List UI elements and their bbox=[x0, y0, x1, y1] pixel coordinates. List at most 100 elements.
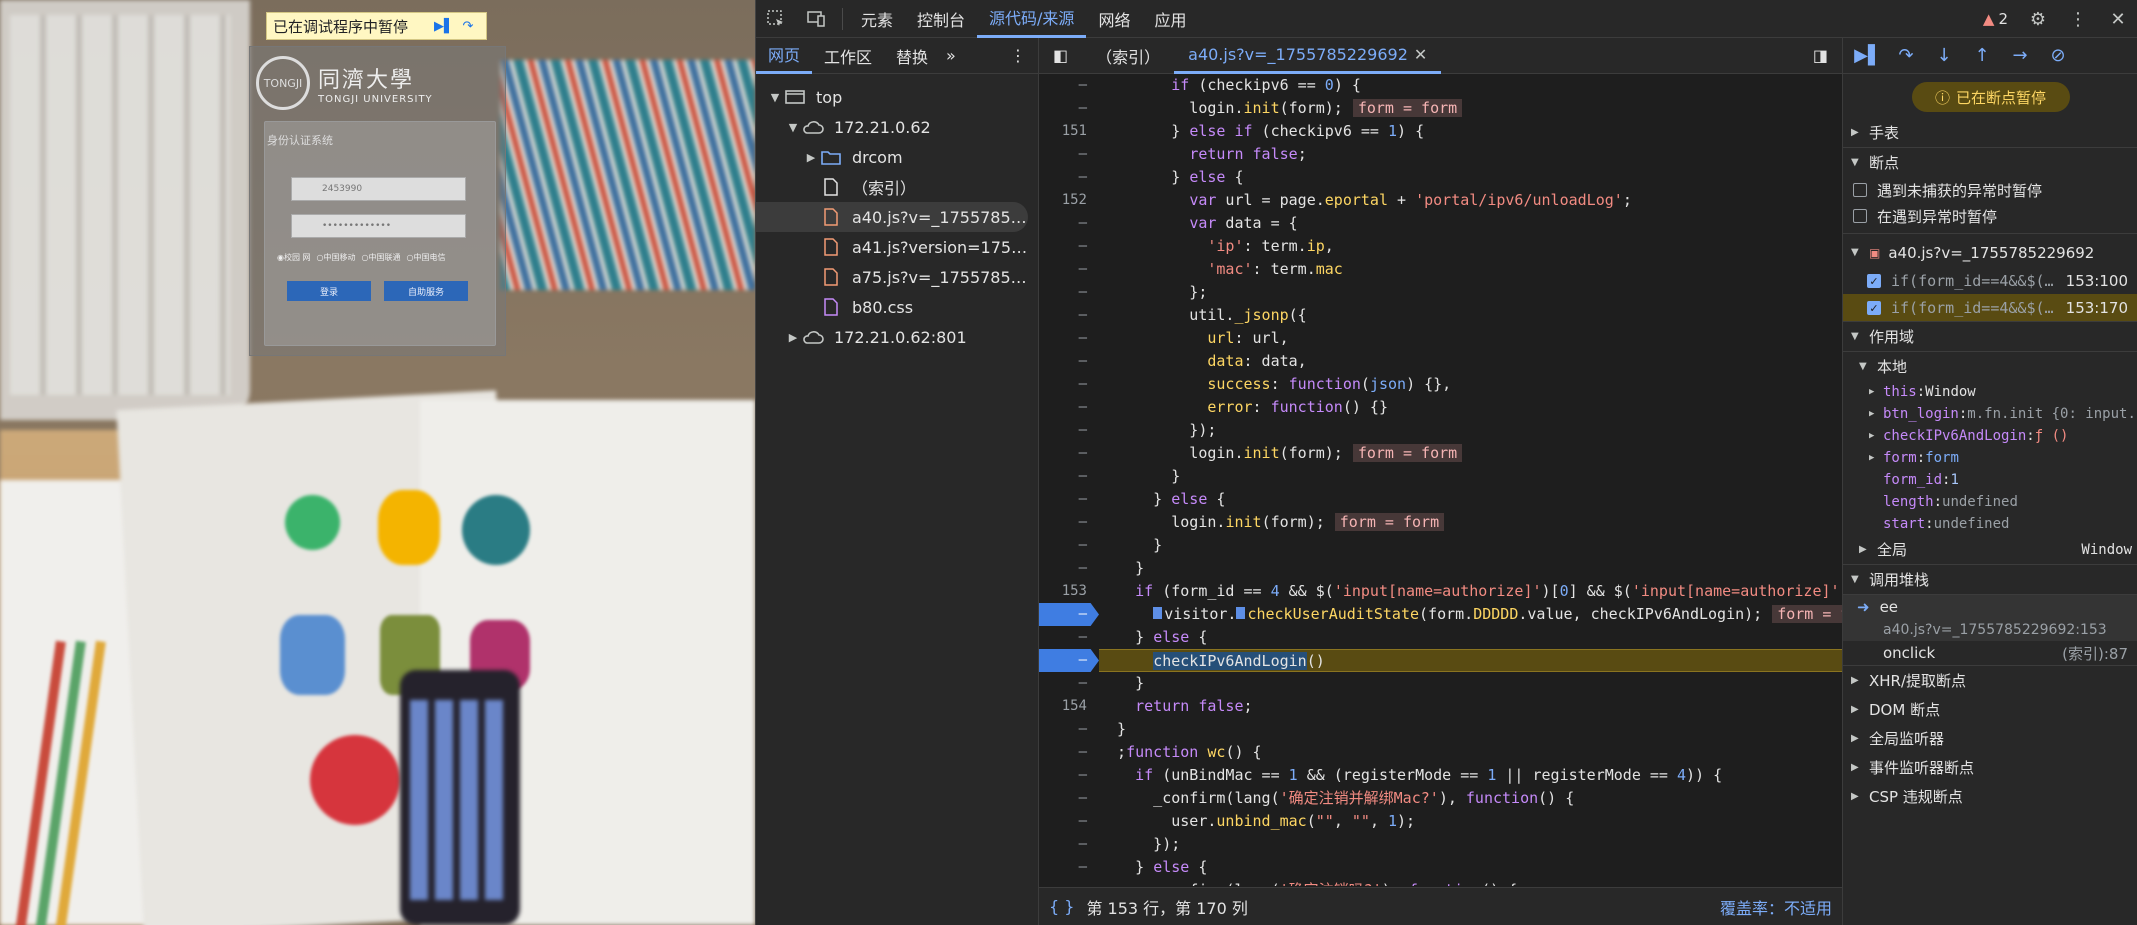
line-number[interactable]: – bbox=[1039, 511, 1099, 534]
line-number[interactable]: – bbox=[1039, 626, 1099, 649]
scope-variable[interactable]: length: undefined bbox=[1843, 491, 2137, 513]
line-number[interactable]: 151 bbox=[1039, 120, 1099, 143]
pause-caught-checkbox[interactable]: 在遇到异常时暂停 bbox=[1843, 203, 2137, 229]
radio-campus[interactable]: ◉校园 网 bbox=[277, 252, 311, 263]
warning-counter[interactable]: ▲ 2 bbox=[1973, 10, 2018, 28]
line-number[interactable]: – bbox=[1039, 488, 1099, 511]
deactivate-breakpoints-icon[interactable]: ⊘ bbox=[2039, 38, 2077, 74]
global-scope[interactable]: ▶ 全局 Window bbox=[1843, 535, 2137, 564]
call-frame-onclick[interactable]: onclick (索引):87 bbox=[1843, 641, 2137, 665]
inspect-element-icon[interactable] bbox=[756, 0, 796, 38]
scope-variable[interactable]: ▶ form: form bbox=[1843, 447, 2137, 469]
debugger-section[interactable]: ▶ CSP 违规断点 bbox=[1843, 782, 2137, 811]
tree-item[interactable]: ▼ 172.21.0.62 bbox=[756, 112, 1039, 142]
code-line[interactable]: – 'ip': term.ip, bbox=[1039, 235, 1842, 258]
line-number[interactable]: 154 bbox=[1039, 695, 1099, 718]
close-tab-icon[interactable]: ✕ bbox=[1414, 45, 1427, 64]
code-line[interactable]: – checkIPv6AndLogin() bbox=[1039, 649, 1842, 672]
line-number[interactable]: – bbox=[1039, 304, 1099, 327]
resume-icon[interactable]: ▶▌ bbox=[1849, 38, 1887, 74]
nav-tab-workspace[interactable]: 工作区 bbox=[812, 38, 884, 74]
breakpoint-item-active[interactable]: ✓ if(form_id==4&&$(… 153:170 bbox=[1843, 294, 2137, 321]
tree-item[interactable]: a40.js?v=_1755785… bbox=[756, 202, 1028, 232]
nav-tab-overrides[interactable]: 替换 bbox=[884, 38, 940, 74]
step-icon[interactable]: → bbox=[2001, 38, 2039, 74]
tab-sources[interactable]: 源代码/来源 bbox=[977, 0, 1087, 38]
step-over-icon[interactable]: ↷ bbox=[1887, 38, 1925, 74]
collapse-icon[interactable]: ▼ bbox=[784, 121, 802, 134]
settings-gear-icon[interactable]: ⚙ bbox=[2018, 0, 2058, 38]
scope-section[interactable]: ▼ 作用域 bbox=[1843, 322, 2137, 351]
code-line[interactable]: – } bbox=[1039, 557, 1842, 580]
code-line[interactable]: – _confirm(lang('确定注销吗?'), function() { bbox=[1039, 879, 1842, 886]
resume-icon[interactable]: ▶▌ bbox=[432, 16, 456, 36]
code-line[interactable]: – } else { bbox=[1039, 626, 1842, 649]
step-into-icon[interactable]: ↓ bbox=[1925, 38, 1963, 74]
line-number[interactable]: – bbox=[1039, 442, 1099, 465]
code-line[interactable]: – login.init(form); form = form bbox=[1039, 511, 1842, 534]
tree-item[interactable]: ▼ top bbox=[756, 82, 1039, 112]
line-number[interactable]: – bbox=[1039, 235, 1099, 258]
scope-variable[interactable]: form_id: 1 bbox=[1843, 469, 2137, 491]
code-line[interactable]: – data: data, bbox=[1039, 350, 1842, 373]
pretty-print-icon[interactable]: { } bbox=[1049, 897, 1074, 916]
breakpoint-item[interactable]: ✓ if(form_id==4&&$(… 153:100 bbox=[1843, 267, 2137, 294]
line-number[interactable]: – bbox=[1039, 879, 1099, 886]
scope-variable[interactable]: start: undefined bbox=[1843, 513, 2137, 535]
code-line[interactable]: 151 } else if (checkipv6 == 1) { bbox=[1039, 120, 1842, 143]
code-line[interactable]: – } else { bbox=[1039, 488, 1842, 511]
expand-icon[interactable]: ▶ bbox=[784, 331, 802, 344]
line-number[interactable]: – bbox=[1039, 373, 1099, 396]
line-number[interactable]: – bbox=[1039, 810, 1099, 833]
tree-item[interactable]: （索引） bbox=[756, 172, 1039, 202]
line-number[interactable]: – bbox=[1039, 258, 1099, 281]
radio-cmcc[interactable]: ○中国移动 bbox=[317, 252, 356, 263]
watch-section[interactable]: ▶ 手表 bbox=[1843, 118, 2137, 147]
login-button[interactable]: 登录 bbox=[287, 281, 371, 301]
breakpoints-section[interactable]: ▼ 断点 bbox=[1843, 148, 2137, 177]
line-number[interactable]: – bbox=[1039, 787, 1099, 810]
password-field[interactable]: ••••••••••••• bbox=[291, 214, 466, 238]
code-line[interactable]: – }); bbox=[1039, 419, 1842, 442]
code-line[interactable]: – 'mac': term.mac bbox=[1039, 258, 1842, 281]
line-number[interactable]: – bbox=[1039, 534, 1099, 557]
tree-item[interactable]: a41.js?version=175… bbox=[756, 232, 1039, 262]
step-out-icon[interactable]: ↑ bbox=[1963, 38, 2001, 74]
editor-tab-a40[interactable]: a40.js?v=_1755785229692 ✕ bbox=[1174, 38, 1442, 74]
code-line[interactable]: 152 var url = page.eportal + 'portal/ipv… bbox=[1039, 189, 1842, 212]
line-number[interactable]: – bbox=[1039, 396, 1099, 419]
tab-console[interactable]: 控制台 bbox=[905, 0, 977, 38]
line-number[interactable]: 152 bbox=[1039, 189, 1099, 212]
code-line[interactable]: – login.init(form); form = form bbox=[1039, 97, 1842, 120]
code-line[interactable]: – } else { bbox=[1039, 856, 1842, 879]
code-line[interactable]: – url: url, bbox=[1039, 327, 1842, 350]
line-number[interactable]: 153 bbox=[1039, 580, 1099, 603]
collapse-icon[interactable]: ▼ bbox=[766, 91, 784, 104]
code-line[interactable]: – } bbox=[1039, 718, 1842, 741]
code-line[interactable]: – return false; bbox=[1039, 143, 1842, 166]
scope-variable[interactable]: ▶ checkIPv6AndLogin: ƒ () bbox=[1843, 425, 2137, 447]
toggle-navigator-icon[interactable]: ◧ bbox=[1039, 38, 1082, 74]
code-line[interactable]: – _confirm(lang('确定注销并解绑Mac?'), function… bbox=[1039, 787, 1842, 810]
pause-uncaught-checkbox[interactable]: 遇到未捕获的异常时暂停 bbox=[1843, 177, 2137, 203]
debugger-section[interactable]: ▶ DOM 断点 bbox=[1843, 695, 2137, 724]
tree-item[interactable]: ▶ drcom bbox=[756, 142, 1039, 172]
line-number[interactable]: – bbox=[1039, 833, 1099, 856]
line-number[interactable]: – bbox=[1039, 465, 1099, 488]
code-line[interactable]: – visitor. checkUserAuditState(form.DDDDD… bbox=[1039, 603, 1842, 626]
code-line[interactable]: – user.unbind_mac("", "", 1); bbox=[1039, 810, 1842, 833]
code-line[interactable]: – } bbox=[1039, 465, 1842, 488]
breakpoint-marker[interactable]: – bbox=[1039, 603, 1099, 626]
toggle-debugger-icon[interactable]: ◨ bbox=[1799, 38, 1842, 74]
step-over-icon[interactable]: ↷ bbox=[456, 16, 480, 36]
code-line[interactable]: – }; bbox=[1039, 281, 1842, 304]
line-number[interactable]: – bbox=[1039, 166, 1099, 189]
line-number[interactable]: – bbox=[1039, 419, 1099, 442]
breakpoint-marker[interactable]: – bbox=[1039, 649, 1099, 672]
code-line[interactable]: – success: function(json) {}, bbox=[1039, 373, 1842, 396]
line-number[interactable]: – bbox=[1039, 143, 1099, 166]
line-number[interactable]: – bbox=[1039, 856, 1099, 879]
coverage-status[interactable]: 覆盖率：不适用 bbox=[1720, 895, 1832, 919]
device-toolbar-icon[interactable] bbox=[796, 0, 836, 38]
code-line[interactable]: – error: function() {} bbox=[1039, 396, 1842, 419]
